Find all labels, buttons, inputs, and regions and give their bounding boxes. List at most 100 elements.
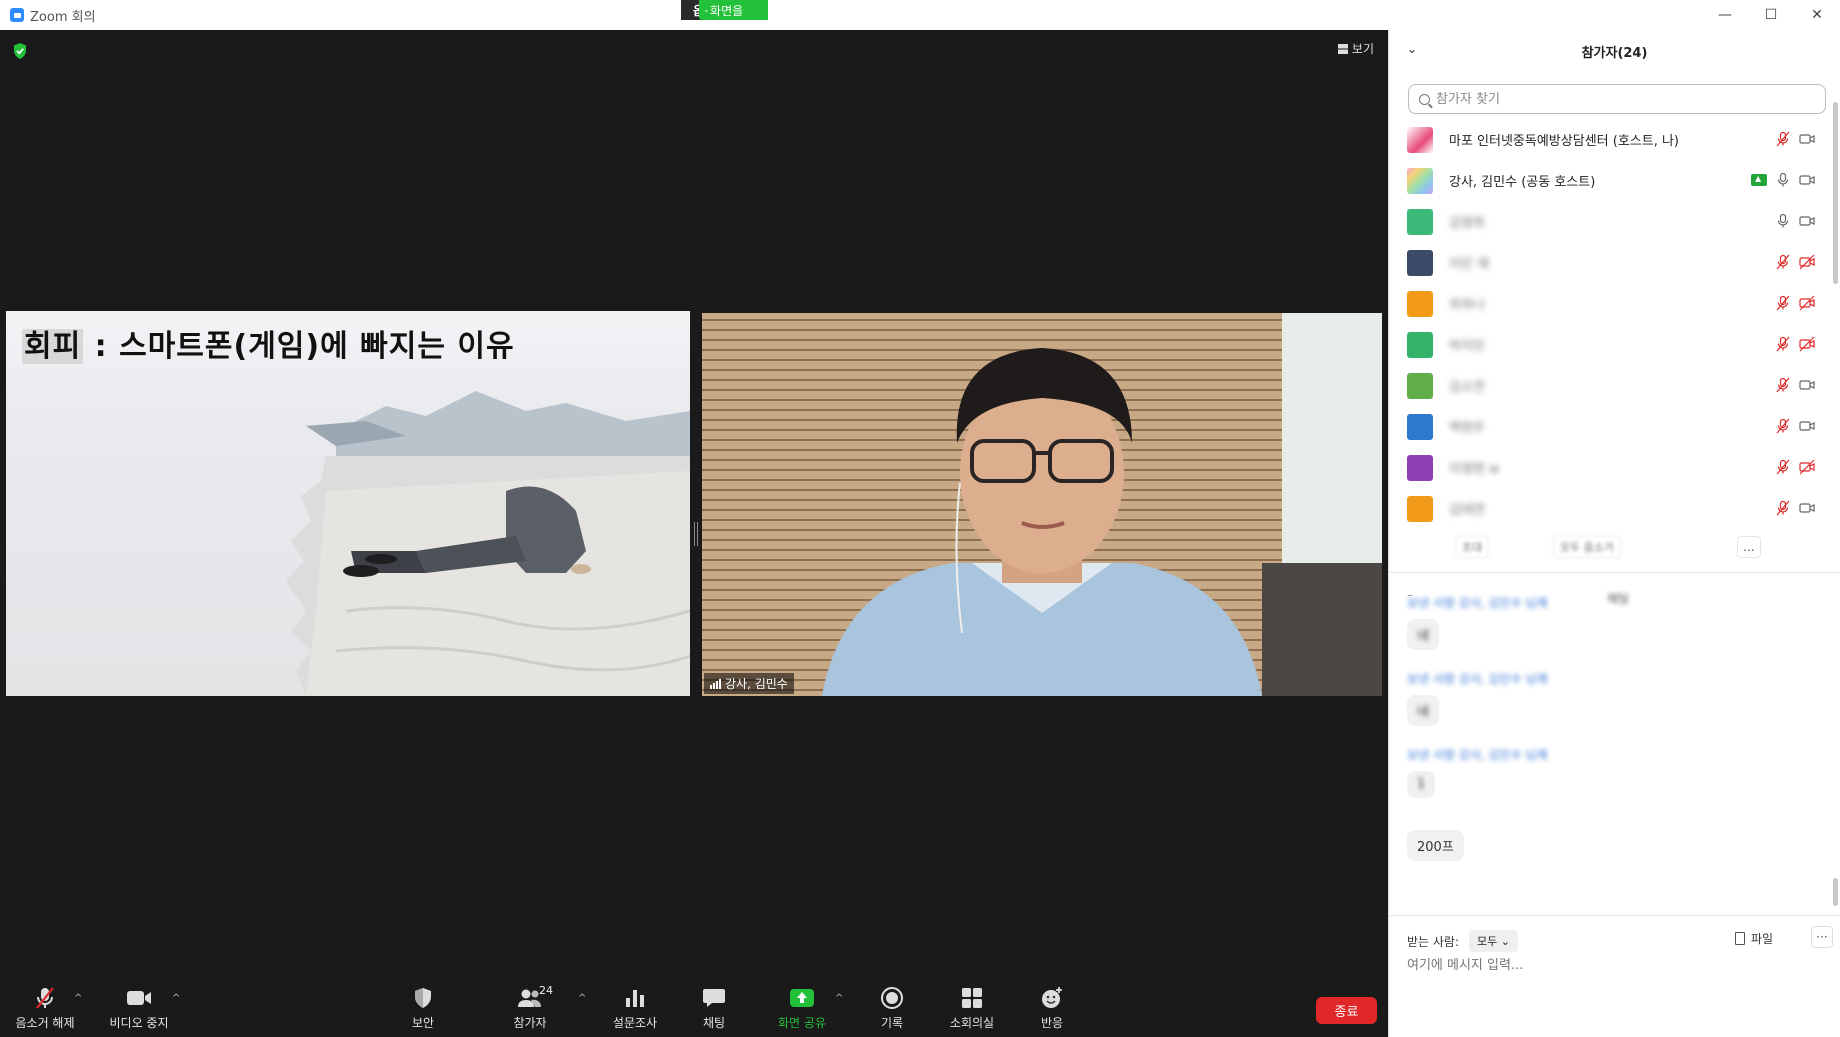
maximize-button[interactable]: ☐	[1748, 0, 1794, 30]
mic-icon	[1775, 172, 1791, 188]
participant-status-icons	[1751, 172, 1815, 188]
polls-button[interactable]: 설문조사	[607, 979, 663, 1037]
screen-share-icon	[1751, 174, 1767, 186]
chat-bubble-icon	[702, 986, 726, 1010]
view-button[interactable]: 보기	[1337, 40, 1374, 57]
shared-screen[interactable]: 회피 : 스마트폰(게임)에 빠지는 이유	[6, 311, 690, 696]
camera-off-icon	[1799, 336, 1815, 352]
side-panel: ⌄ 참가자(24) 마포 인터넷중독예방상담센터 (호스트, 나) 강사, 김민수…	[1388, 30, 1840, 1037]
security-label: 보안	[411, 1016, 435, 1030]
close-button[interactable]: ✕	[1794, 0, 1840, 30]
reactions-label: 반응	[1040, 1016, 1064, 1030]
chat-text: 네	[1417, 629, 1429, 644]
speaker-name: 강사, 김민수	[725, 677, 788, 691]
chat-message-input[interactable]	[1407, 958, 1807, 973]
split-view-divider[interactable]	[694, 522, 698, 546]
record-button[interactable]: 기록	[872, 979, 912, 1037]
minimize-button[interactable]: —	[1702, 0, 1748, 30]
participant-avatar	[1407, 495, 1433, 522]
slide-title-rest: : 스마트폰(게임)에 빠지는 이유	[83, 329, 515, 364]
camera-icon	[1799, 213, 1815, 229]
participant-row[interactable]: 이민 재	[1389, 242, 1829, 283]
recipient-select[interactable]: 모두 ⌄	[1469, 930, 1518, 952]
participant-row[interactable]: 박지민	[1389, 324, 1829, 365]
camera-icon	[1799, 172, 1815, 188]
participant-row[interactable]: 김태연	[1389, 488, 1829, 529]
participant-search[interactable]	[1408, 84, 1826, 114]
chevron-down-icon[interactable]: ⌄	[1407, 42, 1417, 56]
participant-list: 마포 인터넷중독예방상담센터 (호스트, 나) 강사, 김민수 (공동 호스트) 김…	[1389, 119, 1829, 529]
security-button[interactable]: 보안	[398, 979, 448, 1037]
more-options-button[interactable]: ...	[1737, 536, 1761, 558]
participant-status-icons	[1775, 213, 1815, 229]
chat-button[interactable]: 채팅	[690, 979, 738, 1037]
mic-muted-icon	[1775, 131, 1791, 147]
camera-off-icon	[1799, 295, 1815, 311]
chat-more-button[interactable]: ···	[1811, 926, 1833, 948]
participant-name: 최하나	[1449, 298, 1485, 313]
speaker-video[interactable]: 강사, 김민수	[702, 313, 1382, 696]
chat-text: 200프	[1417, 840, 1454, 855]
participants-label: 참가자	[513, 1016, 547, 1030]
mic-muted-icon	[1775, 254, 1791, 270]
participant-status-icons	[1775, 377, 1815, 393]
speaker-icon	[705, 9, 708, 12]
invite-button[interactable]: 초대	[1455, 536, 1489, 558]
participant-row[interactable]: 마포 인터넷중독예방상담센터 (호스트, 나)	[1389, 119, 1829, 160]
emoji-plus-icon	[1040, 986, 1064, 1010]
end-meeting-button[interactable]: 종료	[1316, 997, 1377, 1024]
mic-muted-icon	[1775, 459, 1791, 475]
panel-divider	[1389, 572, 1840, 573]
share-status: 강사, 김민수의 화면을 보고 있습니다.	[699, 0, 768, 52]
participant-avatar	[1407, 167, 1433, 194]
camera-off-icon	[1799, 254, 1815, 270]
participant-scrollbar[interactable]	[1833, 102, 1838, 284]
slide-title-highlight: 회피	[22, 329, 84, 364]
participant-row[interactable]: 강사, 김민수 (공동 호스트)	[1389, 160, 1829, 201]
participant-name: 김소연	[1449, 380, 1485, 395]
participant-avatar	[1407, 413, 1433, 440]
chat-message: 보낸 사람 강사, 김민수 님께네	[1407, 594, 1548, 650]
stop-video-button[interactable]: 비디오 중지	[104, 979, 174, 1037]
encryption-shield-icon[interactable]	[12, 42, 28, 60]
participant-name: 백현우	[1449, 421, 1485, 436]
file-button[interactable]: 파일	[1735, 930, 1773, 947]
participant-name: 박지민	[1449, 339, 1485, 354]
participants-options-caret[interactable]: ^	[578, 993, 586, 1004]
share-screen-icon	[789, 986, 815, 1010]
participant-row[interactable]: 최하나	[1389, 283, 1829, 324]
audio-options-caret[interactable]: ^	[74, 993, 82, 1004]
participant-name: 김태연	[1449, 503, 1485, 518]
breakout-rooms-button[interactable]: 소회의실	[942, 979, 1002, 1037]
chat-message: 보낸 사람 강사, 김민수 님께 1	[1407, 746, 1548, 798]
participant-row[interactable]: 백현우	[1389, 406, 1829, 447]
video-options-caret[interactable]: ^	[172, 993, 180, 1004]
participant-name: 이민 재	[1449, 257, 1490, 272]
recipient-row: 받는 사람: 모두 ⌄	[1407, 930, 1518, 952]
participant-row[interactable]: 이영현 w	[1389, 447, 1829, 488]
unmute-button[interactable]: 음소거 해제	[10, 979, 80, 1037]
participant-search-input[interactable]	[1436, 91, 1796, 107]
reactions-button[interactable]: 반응	[1033, 979, 1071, 1037]
camera-icon	[1799, 377, 1815, 393]
chat-scrollbar[interactable]	[1833, 878, 1838, 906]
share-screen-button[interactable]: 화면 공유	[772, 979, 832, 1037]
chat-sender: 보낸 사람 강사, 김민수 님께	[1407, 748, 1548, 762]
participant-row[interactable]: 김영희	[1389, 201, 1829, 242]
title-bar: Zoom 회의 — ☐ ✕	[0, 0, 1840, 30]
zoom-app-icon	[10, 8, 24, 22]
share-screen-label: 화면 공유	[778, 1016, 826, 1030]
mic-muted-icon	[1775, 336, 1791, 352]
participant-avatar	[1407, 249, 1433, 276]
mute-all-button[interactable]: 모두 음소거	[1553, 536, 1621, 558]
unmute-label: 음소거 해제	[15, 1016, 75, 1030]
camera-off-icon	[1799, 459, 1815, 475]
participants-button[interactable]: 24 참가자	[505, 979, 555, 1037]
chat-sender: 보낸 사람 강사, 김민수 님께	[1407, 596, 1548, 610]
record-label: 기록	[880, 1016, 904, 1030]
participant-row[interactable]: 김소연	[1389, 365, 1829, 406]
speaker-name-tag: 강사, 김민수	[704, 673, 794, 694]
chat-message: 보낸 사람 강사, 김민수 님께 네	[1407, 670, 1548, 726]
share-options-caret[interactable]: ^	[835, 993, 843, 1004]
participant-status-icons	[1775, 295, 1815, 311]
